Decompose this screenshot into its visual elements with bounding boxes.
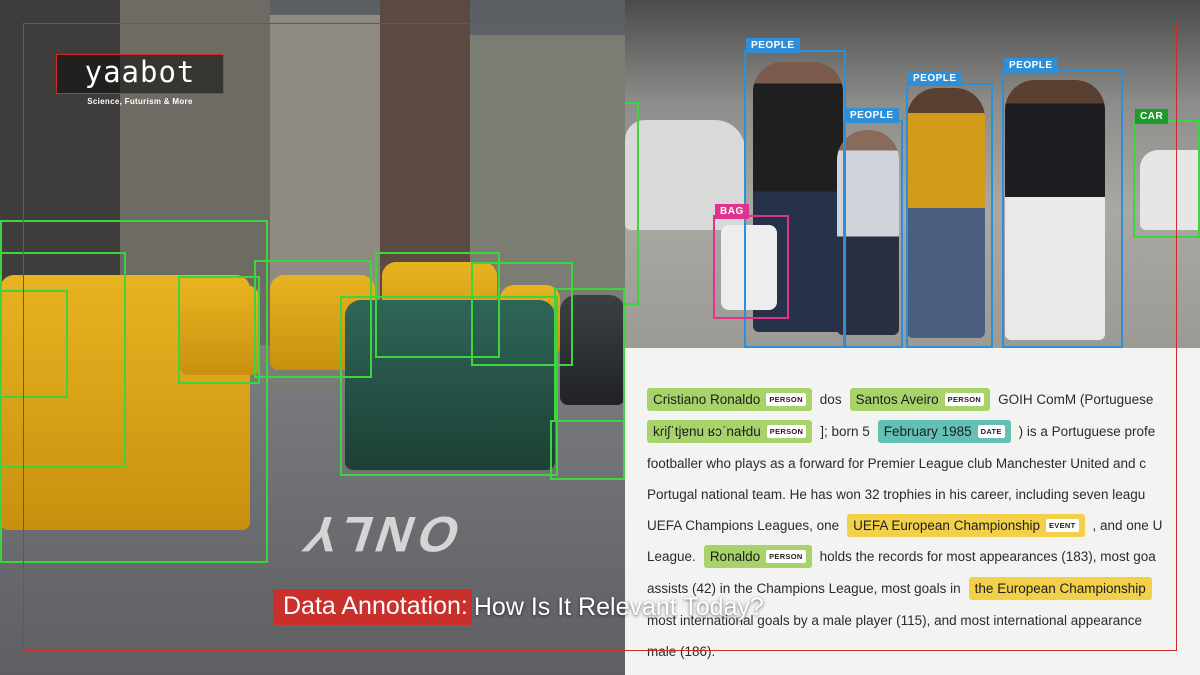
vehicle-bounding-box — [340, 296, 558, 476]
person-bounding-box — [843, 120, 903, 348]
entity-event: the European Championship — [968, 577, 1152, 600]
car-bounding-box — [625, 102, 639, 305]
road-marking: ONLY — [290, 506, 468, 562]
document-line: Cristiano Ronaldo PERSON dos Santos Aveir… — [647, 388, 1153, 411]
people-detection-image: PEOPLE PEOPLE PEOPLE PEOPLE BAG CAR — [625, 0, 1200, 348]
bag-bounding-box — [713, 215, 789, 319]
headline-rest: How Is It Relevant Today? — [473, 592, 764, 621]
people-tag: PEOPLE — [1004, 58, 1058, 73]
headline-highlight: Data Annotation: — [273, 589, 472, 625]
document-line: Portugal national team. He has won 32 tr… — [647, 487, 1146, 502]
document-line: kɾiʃˈtjɐnu ʁɔˈnaɫdu PERSON ]; born 5 Febr… — [647, 420, 1155, 443]
entity-person: Santos Aveiro PERSON — [849, 388, 991, 411]
document-line: UEFA Champions Leagues, one UEFA Europea… — [647, 514, 1162, 537]
document-line: League. Ronaldo PERSON holds the records … — [647, 545, 1156, 568]
people-tag: PEOPLE — [845, 108, 899, 123]
entity-person: kɾiʃˈtjɐnu ʁɔˈnaɫdu PERSON — [647, 420, 813, 443]
entity-date: February 1985 DATE — [877, 420, 1011, 443]
article-headline: Data Annotation: How Is It Relevant Toda… — [273, 587, 764, 627]
vehicle-bounding-box — [178, 276, 260, 384]
yaabot-logo[interactable]: yaabot — [62, 56, 218, 88]
car-tag: CAR — [1135, 109, 1169, 124]
document-line: footballer who plays as a forward for Pr… — [647, 456, 1147, 471]
vehicle-bounding-box — [554, 288, 625, 422]
entity-person: Cristiano Ronaldo PERSON — [647, 388, 812, 411]
people-tag: PEOPLE — [908, 71, 962, 86]
vehicle-bounding-box — [550, 420, 625, 480]
person-bounding-box — [906, 83, 993, 348]
entity-event: UEFA European Championship EVENT — [847, 514, 1085, 537]
car-bounding-box — [1133, 120, 1200, 238]
person-bounding-box — [1002, 70, 1123, 348]
logo-tagline: Science, Futurism & More — [87, 97, 193, 106]
entity-person: Ronaldo PERSON — [703, 545, 812, 568]
vehicle-bounding-box — [0, 290, 68, 398]
document-line: male (186). — [647, 644, 716, 659]
bag-tag: BAG — [715, 204, 749, 219]
people-tag: PEOPLE — [746, 38, 800, 53]
